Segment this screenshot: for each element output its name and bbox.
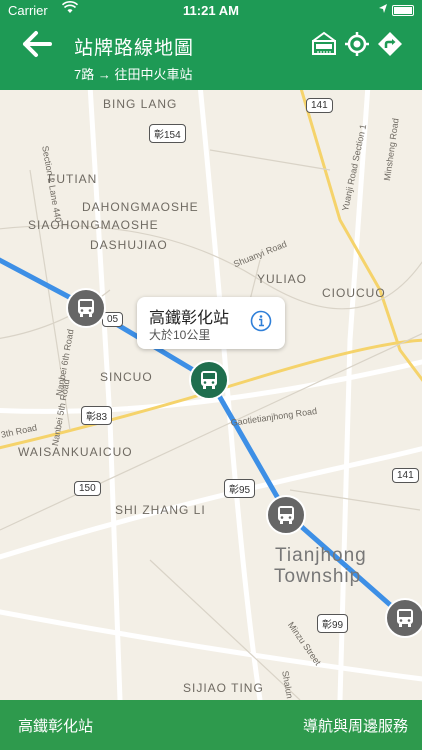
map-label: SIAOHONGMAOSHE	[28, 218, 159, 232]
map-label: Township	[274, 566, 362, 587]
directions-icon[interactable]	[376, 30, 404, 58]
back-arrow-icon[interactable]	[20, 29, 54, 59]
road-shield: 彰95	[224, 479, 256, 498]
locate-icon[interactable]	[343, 30, 371, 58]
status-bar: Carrier 11:21 AM	[0, 0, 422, 20]
map-label: WAISANKUAICUO	[18, 445, 133, 459]
battery-icon	[392, 5, 414, 16]
road-shield: 彰154	[149, 124, 186, 143]
route-subtitle: 7路 → 往田中火車站	[74, 67, 193, 82]
road-shield: 彰99	[317, 614, 349, 633]
footer-bar: 高鐵彰化站 導航與周邊服務	[0, 700, 422, 750]
bus-stop-marker[interactable]	[66, 288, 106, 328]
map-label: DASHUJIAO	[90, 238, 168, 252]
map-label: YULIAO	[257, 272, 308, 286]
map-label: Tianjhong	[275, 545, 367, 566]
header-bar: 站牌路線地圖 7路 → 往田中火車站	[0, 20, 422, 90]
road-shield: 彰83	[81, 406, 113, 425]
page-title: 站牌路線地圖	[74, 38, 195, 59]
map-label: SIJIAO TING	[183, 681, 264, 695]
location-arrow-icon	[379, 4, 387, 13]
map-view[interactable]: BING LANG FUTIAN DAHONGMAOSHE SIAOHONGMA…	[0, 90, 422, 700]
map-label: DAHONGMAOSHE	[82, 200, 199, 214]
road-shield: 05	[102, 312, 124, 327]
map-label: BING LANG	[103, 97, 178, 111]
nav-services-button[interactable]: 導航與周邊服務	[303, 715, 408, 736]
bus-stop-marker-selected[interactable]	[189, 360, 229, 400]
bus-stop-marker[interactable]	[385, 598, 422, 638]
callout-stop-name: 高鐵彰化站	[149, 310, 230, 327]
road-shield: 141	[392, 468, 419, 483]
map-label: SHI ZHANG LI	[115, 503, 206, 517]
bus-stop-marker[interactable]	[266, 495, 306, 535]
bus-icon	[201, 371, 217, 389]
bus-icon	[78, 299, 94, 317]
hotel-icon[interactable]	[310, 30, 338, 58]
map-label: CIOUCUO	[322, 286, 386, 300]
bus-icon	[278, 506, 294, 524]
info-icon[interactable]	[250, 310, 272, 332]
road-shield: 150	[74, 481, 101, 496]
map-label: SINCUO	[100, 370, 153, 384]
road-shield: 141	[306, 98, 333, 113]
stop-callout[interactable]: 高鐵彰化站 大於10公里	[137, 297, 285, 349]
footer-stop-name: 高鐵彰化站	[18, 718, 94, 735]
callout-distance: 大於10公里	[149, 328, 211, 342]
clock: 11:21 AM	[183, 3, 239, 18]
bus-icon	[397, 609, 413, 627]
